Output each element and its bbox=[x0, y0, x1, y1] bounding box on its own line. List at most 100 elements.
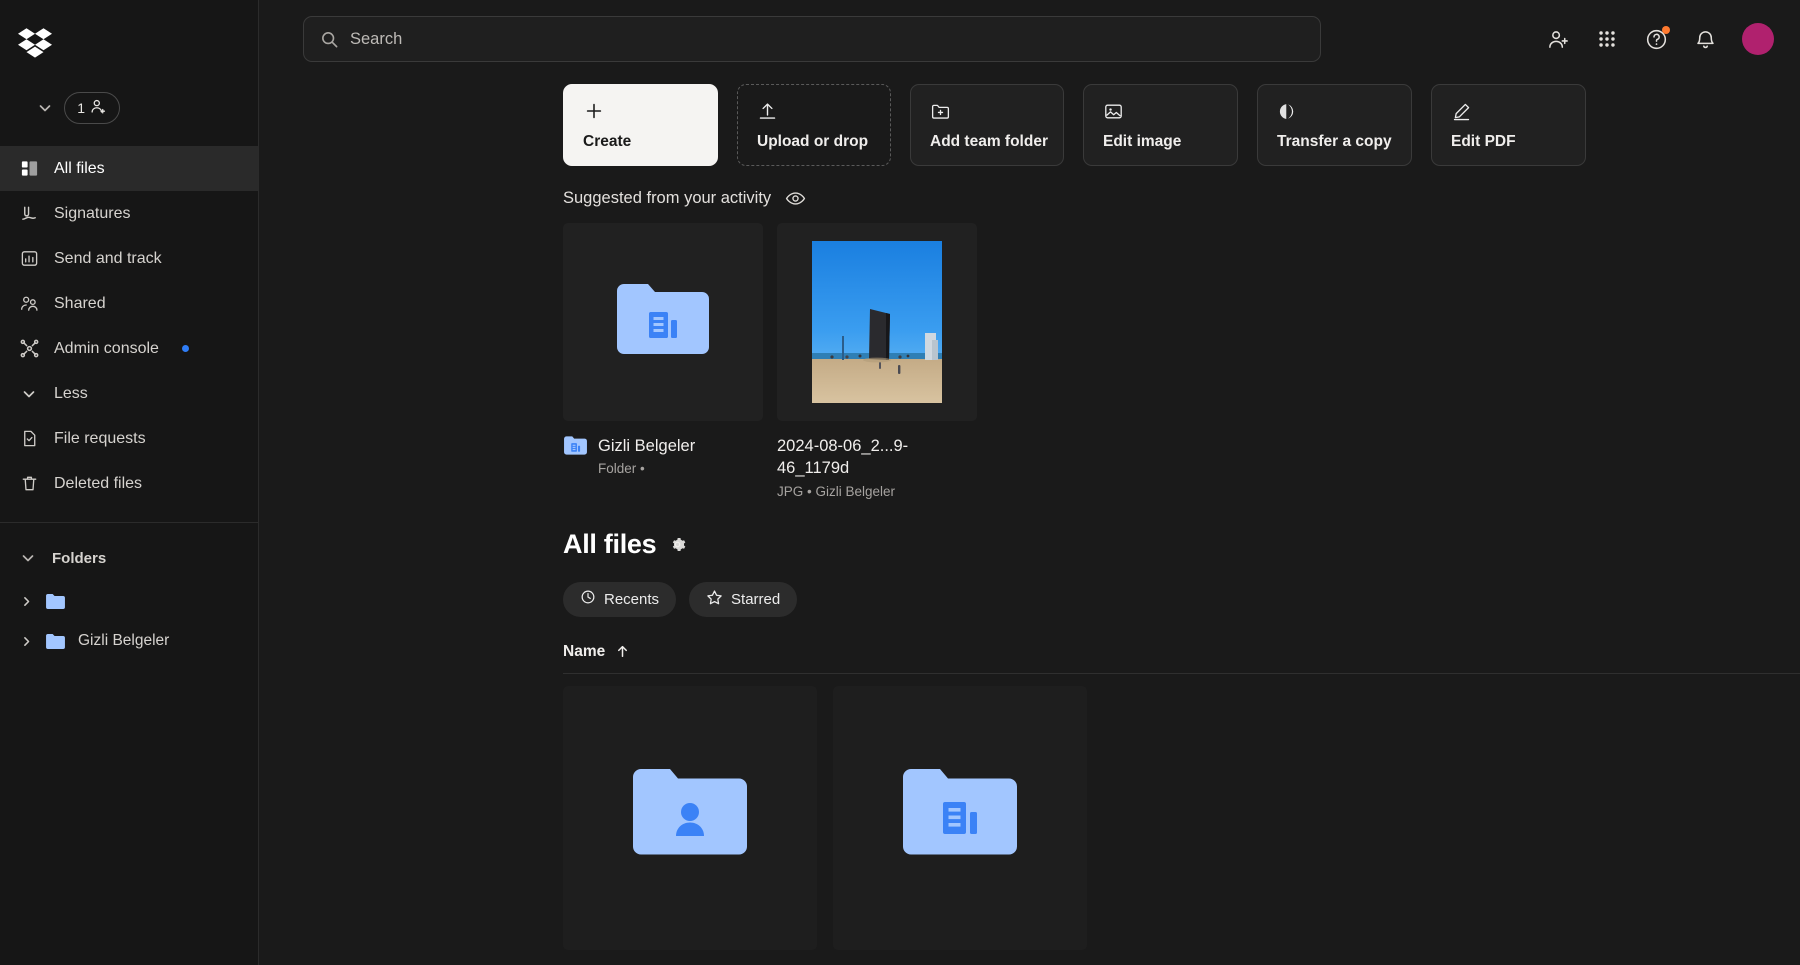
eye-icon[interactable] bbox=[785, 188, 806, 209]
sidebar-folder-tree-item[interactable] bbox=[0, 581, 258, 621]
star-icon bbox=[706, 589, 723, 610]
chevron-right-icon[interactable] bbox=[19, 595, 33, 608]
sidebar-item-label: File requests bbox=[54, 429, 146, 447]
shared-people-icon bbox=[19, 294, 39, 314]
suggested-card[interactable]: Gizli Belgeler Folder • bbox=[563, 223, 763, 499]
sidebar-item-signatures[interactable]: Signatures bbox=[0, 191, 258, 236]
sidebar-item-label: Shared bbox=[54, 294, 106, 312]
sidebar-item-label: All files bbox=[54, 159, 105, 177]
suggested-card-subtitle: JPG • Gizli Belgeler bbox=[777, 483, 896, 499]
sidebar-item-all-files[interactable]: All files bbox=[0, 146, 258, 191]
top-bar-icons bbox=[1546, 23, 1774, 55]
column-header-divider bbox=[563, 672, 1800, 674]
folder-icon bbox=[45, 633, 66, 650]
arrow-up-icon[interactable] bbox=[615, 644, 630, 659]
suggested-card-subtitle: Folder • bbox=[598, 461, 645, 477]
image-icon bbox=[1103, 99, 1237, 123]
suggested-cards: Gizli Belgeler Folder • 2024-08-06_2...9… bbox=[259, 223, 1800, 499]
filter-pills: Recents Starred bbox=[259, 581, 1800, 617]
invite-member-icon[interactable] bbox=[1546, 27, 1570, 51]
top-bar: Search bbox=[259, 0, 1800, 78]
file-grid-card[interactable] bbox=[833, 685, 1087, 950]
sidebar-item-deleted-files[interactable]: Deleted files bbox=[0, 461, 258, 506]
sidebar-item-send-and-track[interactable]: Send and track bbox=[0, 236, 258, 281]
settings-gear-icon[interactable] bbox=[668, 535, 687, 554]
add-team-folder-button[interactable]: Add team folder bbox=[910, 84, 1064, 166]
upload-or-drop-label: Upload or drop bbox=[757, 133, 869, 150]
add-team-folder-label: Add team folder bbox=[930, 133, 1048, 150]
page-title: All files bbox=[563, 528, 657, 559]
filter-pill-recents[interactable]: Recents bbox=[563, 581, 677, 617]
clock-icon bbox=[580, 589, 596, 609]
suggested-card-meta: Gizli Belgeler Folder • bbox=[563, 435, 763, 476]
suggested-card[interactable]: 2024-08-06_2...9-46_1179d JPG • Gizli Be… bbox=[777, 223, 977, 499]
edit-image-button[interactable]: Edit image bbox=[1083, 84, 1238, 166]
suggested-header: Suggested from your activity bbox=[259, 188, 1800, 209]
user-avatar[interactable] bbox=[1742, 23, 1774, 55]
sidebar-divider bbox=[0, 522, 258, 523]
edit-pdf-label: Edit PDF bbox=[1451, 133, 1516, 150]
transfer-icon bbox=[1277, 99, 1411, 123]
help-notification-badge bbox=[1662, 26, 1670, 34]
column-header-name[interactable]: Name bbox=[563, 643, 605, 661]
sidebar-item-less[interactable]: Less bbox=[0, 371, 258, 416]
sidebar-folder-tree-item[interactable]: Gizli Belgeler bbox=[0, 621, 258, 661]
create-button-label: Create bbox=[583, 133, 632, 150]
file-request-icon bbox=[19, 429, 39, 449]
search-input[interactable]: Search bbox=[303, 16, 1321, 62]
suggested-thumbnail bbox=[777, 223, 977, 421]
upload-icon bbox=[757, 99, 890, 123]
sidebar-item-label: Less bbox=[54, 384, 88, 402]
transfer-a-copy-button[interactable]: Transfer a copy bbox=[1257, 84, 1412, 166]
search-placeholder: Search bbox=[350, 29, 403, 48]
folders-section-label: Folders bbox=[52, 549, 107, 567]
plus-icon bbox=[583, 99, 717, 123]
folder-plus-icon bbox=[930, 99, 1063, 123]
sidebar: 1 All files Signatures Send and track Sh… bbox=[0, 0, 259, 965]
suggested-thumbnail bbox=[563, 223, 763, 421]
team-member-count-pill[interactable]: 1 bbox=[64, 92, 120, 124]
sidebar-item-label: Send and track bbox=[54, 249, 162, 267]
main-content: Search Create Upload or drop Add team fo… bbox=[259, 0, 1800, 965]
file-grid-card[interactable] bbox=[563, 685, 817, 950]
folders-section-header[interactable]: Folders bbox=[0, 535, 258, 581]
sidebar-folder-tree-label: Gizli Belgeler bbox=[78, 632, 170, 649]
suggested-card-meta: 2024-08-06_2...9-46_1179d JPG • Gizli Be… bbox=[777, 435, 977, 499]
transfer-a-copy-label: Transfer a copy bbox=[1277, 133, 1392, 150]
sidebar-item-file-requests[interactable]: File requests bbox=[0, 416, 258, 461]
dropbox-logo-icon[interactable] bbox=[18, 25, 52, 59]
sidebar-nav: All files Signatures Send and track Shar… bbox=[0, 146, 258, 506]
pencil-edit-icon bbox=[1451, 99, 1585, 123]
edit-image-label: Edit image bbox=[1103, 133, 1182, 150]
all-files-header: All files bbox=[259, 529, 1800, 560]
all-files-icon bbox=[19, 159, 39, 179]
upload-or-drop-button[interactable]: Upload or drop bbox=[737, 84, 891, 166]
sidebar-item-admin-console[interactable]: Admin console bbox=[0, 326, 258, 371]
apps-grid-icon[interactable] bbox=[1595, 27, 1619, 51]
create-button[interactable]: Create bbox=[563, 84, 718, 166]
help-circle-icon[interactable] bbox=[1644, 26, 1670, 51]
filter-pill-starred[interactable]: Starred bbox=[689, 581, 798, 617]
files-grid bbox=[259, 685, 1800, 950]
sidebar-item-label: Deleted files bbox=[54, 474, 143, 492]
suggested-card-name: 2024-08-06_2...9-46_1179d bbox=[777, 437, 909, 478]
chevron-down-icon bbox=[19, 384, 39, 404]
personal-folder-icon bbox=[628, 762, 752, 873]
notifications-bell-icon[interactable] bbox=[1693, 27, 1717, 51]
team-folder-icon bbox=[563, 435, 588, 461]
signature-icon bbox=[19, 204, 39, 224]
edit-pdf-button[interactable]: Edit PDF bbox=[1431, 84, 1586, 166]
sidebar-item-label: Admin console bbox=[54, 339, 159, 357]
chevron-down-icon bbox=[19, 549, 37, 567]
admin-console-notification-dot bbox=[181, 345, 189, 352]
chevron-right-icon[interactable] bbox=[19, 635, 33, 648]
suggested-card-name: Gizli Belgeler bbox=[598, 437, 696, 455]
sidebar-item-shared[interactable]: Shared bbox=[0, 281, 258, 326]
folder-icon bbox=[45, 593, 66, 610]
suggested-title: Suggested from your activity bbox=[563, 189, 772, 207]
dropbox-app: 1 All files Signatures Send and track Sh… bbox=[0, 0, 1800, 965]
team-member-count: 1 bbox=[77, 100, 85, 116]
search-icon bbox=[320, 30, 339, 49]
chevron-down-icon[interactable] bbox=[36, 99, 54, 117]
team-folder-icon bbox=[898, 762, 1022, 873]
